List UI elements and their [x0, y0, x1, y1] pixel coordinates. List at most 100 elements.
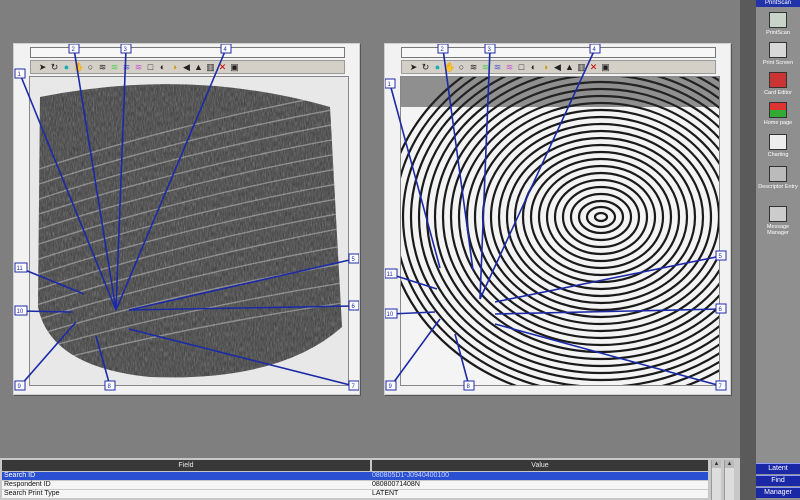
print-screen-icon — [769, 42, 787, 58]
brightness-icon[interactable]: ◑ — [540, 62, 551, 73]
card-editor-icon — [769, 72, 787, 88]
latent-print-panel: ➤ ↻ ● ✋ ○ ≋ ≋ ≋ ≋ □ ◐ ◑ ◀ ▲ ▥ ✕ ▣ 1 2 3 … — [13, 43, 360, 395]
sharpen-icon[interactable]: ◀ — [181, 62, 192, 73]
zoom-icon[interactable]: ● — [432, 62, 443, 73]
row-value: LATENT — [372, 490, 399, 497]
circle-icon[interactable]: ○ — [456, 62, 467, 73]
sidebar-item-label: Home page — [763, 120, 793, 126]
contrast-icon[interactable]: ◐ — [528, 62, 539, 73]
message-manager-icon — [769, 206, 787, 222]
scanner-icon — [769, 12, 787, 28]
workspace: ➤ ↻ ● ✋ ○ ≋ ≋ ≋ ≋ □ ◐ ◑ ◀ ▲ ▥ ✕ ▣ 1 2 3 … — [0, 0, 740, 458]
scroll-up-icon[interactable]: ▲ — [725, 460, 734, 468]
latent-button[interactable]: Latent — [756, 463, 800, 474]
marker-6[interactable]: 6 — [348, 300, 359, 311]
row-field: Respondent ID — [4, 481, 51, 488]
ridge-icon[interactable]: ≋ — [468, 62, 479, 73]
film-icon[interactable]: ▥ — [205, 62, 216, 73]
delete-icon[interactable]: ✕ — [588, 62, 599, 73]
film-icon[interactable]: ▥ — [576, 62, 587, 73]
brightness-icon[interactable]: ◑ — [169, 62, 180, 73]
svg-text:7: 7 — [352, 384, 356, 390]
ridge2-icon[interactable]: ≋ — [480, 62, 491, 73]
marker-5[interactable]: 5 — [348, 253, 359, 264]
rotate-icon[interactable]: ↻ — [49, 62, 60, 73]
sidebar-item-printscan[interactable]: PrintScan — [756, 12, 800, 36]
contrast-icon[interactable]: ◐ — [157, 62, 168, 73]
svg-text:10: 10 — [387, 312, 394, 318]
marker-10[interactable]: 10 — [385, 308, 398, 319]
ridge4-icon[interactable]: ≋ — [133, 62, 144, 73]
find-button[interactable]: Find — [756, 475, 800, 486]
level-icon[interactable]: ▲ — [193, 62, 204, 73]
marker-9[interactable]: 9 — [14, 380, 26, 391]
sidebar-item-charting[interactable]: Charting — [756, 134, 800, 158]
export-icon[interactable]: ▣ — [600, 62, 611, 73]
marker-11[interactable]: 11 — [385, 268, 398, 279]
hand-icon[interactable]: ✋ — [444, 62, 455, 73]
value-column-header[interactable]: Value — [372, 460, 708, 471]
row-value: 08080071408N — [372, 481, 420, 488]
svg-text:9: 9 — [389, 384, 393, 390]
row-field: Search Print Type — [4, 490, 60, 497]
table-scrollbar[interactable]: ▲ — [711, 460, 721, 500]
svg-text:5: 5 — [352, 257, 356, 263]
ridge3-icon[interactable]: ≋ — [492, 62, 503, 73]
sidebar-item-label: Print Screen — [762, 60, 794, 66]
sidebar-item-message-manager[interactable]: Message Manager — [756, 206, 800, 236]
application-sidebar: PrintScan PrintScan Print Screen Card Ed… — [740, 0, 800, 500]
pointer-icon[interactable]: ➤ — [408, 62, 419, 73]
scroll-up-icon[interactable]: ▲ — [712, 460, 721, 468]
latent-fingerprint-image[interactable] — [29, 76, 349, 386]
sidebar-item-print-screen[interactable]: Print Screen — [756, 42, 800, 66]
marker-9[interactable]: 9 — [385, 380, 397, 391]
ridge-icon[interactable]: ≋ — [97, 62, 108, 73]
square-icon[interactable]: □ — [145, 62, 156, 73]
tenprint-fingerprint-image[interactable] — [400, 76, 720, 386]
sharpen-icon[interactable]: ◀ — [552, 62, 563, 73]
svg-text:1: 1 — [18, 72, 22, 78]
svg-text:9: 9 — [18, 384, 22, 390]
svg-text:6: 6 — [352, 304, 356, 310]
marker-1[interactable]: 1 — [385, 78, 396, 89]
table-row[interactable]: Search Print Type LATENT — [2, 490, 708, 498]
svg-text:11: 11 — [17, 266, 24, 272]
sidebar-item-home-page[interactable]: Home page — [756, 102, 800, 126]
square-icon[interactable]: □ — [516, 62, 527, 73]
circle-icon[interactable]: ○ — [85, 62, 96, 73]
delete-icon[interactable]: ✕ — [217, 62, 228, 73]
sidebar-item-label: Descriptor Entry — [758, 184, 798, 190]
tenprint-panel: ➤ ↻ ● ✋ ○ ≋ ≋ ≋ ≋ □ ◐ ◑ ◀ ▲ ▥ ✕ ▣ 1 2 3 … — [384, 43, 731, 395]
rotate-icon[interactable]: ↻ — [420, 62, 431, 73]
sidebar-item-label: Card Editor — [764, 90, 792, 96]
marker-7[interactable]: 7 — [348, 380, 359, 391]
pointer-icon[interactable]: ➤ — [37, 62, 48, 73]
marker-1[interactable]: 1 — [14, 68, 26, 79]
svg-text:11: 11 — [387, 272, 394, 278]
charting-icon — [769, 134, 787, 150]
ridge4-icon[interactable]: ≋ — [504, 62, 515, 73]
export-icon[interactable]: ▣ — [229, 62, 240, 73]
marker-10[interactable]: 10 — [14, 305, 28, 316]
table-row[interactable]: Respondent ID 08080071408N — [2, 481, 708, 489]
hand-icon[interactable]: ✋ — [73, 62, 84, 73]
sidebar-item-label: PrintScan — [766, 30, 790, 36]
manager-button[interactable]: Manager — [756, 487, 800, 498]
home-page-icon — [769, 102, 787, 118]
sidebar-item-card-editor[interactable]: Card Editor — [756, 72, 800, 96]
page-scrollbar[interactable]: ▲ — [724, 460, 734, 500]
ridge3-icon[interactable]: ≋ — [121, 62, 132, 73]
sidebar-item-descriptor-entry[interactable]: Descriptor Entry — [756, 166, 800, 190]
field-column-header[interactable]: Field — [2, 460, 370, 471]
search-info-table: Field Value Search ID 080805D1-J09404001… — [0, 458, 740, 500]
latent-panel-toolbar: ➤ ↻ ● ✋ ○ ≋ ≋ ≋ ≋ □ ◐ ◑ ◀ ▲ ▥ ✕ ▣ — [30, 60, 345, 74]
table-row[interactable]: Search ID 080805D1-J0940400100 — [2, 472, 708, 480]
zoom-icon[interactable]: ● — [61, 62, 72, 73]
level-icon[interactable]: ▲ — [564, 62, 575, 73]
sidebar-item-label: Message Manager — [766, 224, 790, 236]
marker-11[interactable]: 11 — [14, 262, 28, 273]
row-value: 080805D1-J0940400100 — [372, 472, 450, 479]
latent-panel-title-bar — [30, 47, 345, 58]
descriptor-entry-icon — [769, 166, 787, 182]
ridge2-icon[interactable]: ≋ — [109, 62, 120, 73]
